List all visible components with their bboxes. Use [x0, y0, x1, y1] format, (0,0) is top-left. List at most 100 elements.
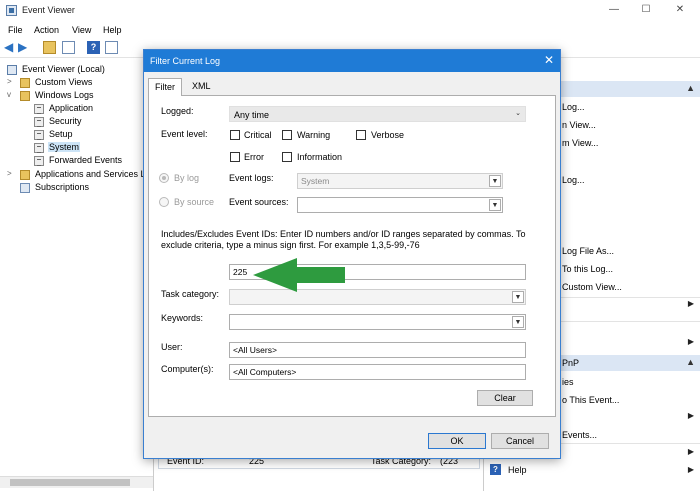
action-clear-log[interactable]: Log... — [562, 175, 585, 185]
chevron-down-icon: ▼ — [512, 291, 524, 303]
information-label: Information — [297, 152, 343, 162]
verbose-checkbox[interactable] — [356, 130, 366, 140]
chevron-down-icon: ▼ — [512, 316, 524, 328]
tab-xml[interactable]: XML — [186, 78, 217, 94]
dialog-title-bar: Filter Current Log ✕ — [144, 50, 560, 72]
action-save-log-file-as[interactable]: Log File As... — [562, 246, 614, 256]
critical-label: Critical — [244, 130, 272, 140]
log-icon — [34, 117, 44, 127]
scrollbar-thumb[interactable] — [10, 479, 130, 486]
menu-help[interactable]: Help — [103, 25, 122, 35]
green-annotation-arrow — [253, 258, 345, 292]
verbose-label: Verbose — [371, 130, 405, 140]
arrow-shape — [253, 258, 345, 292]
keywords-label: Keywords: — [161, 313, 204, 323]
by-source-label: By source — [174, 197, 215, 207]
event-ids-help-text: Includes/Excludes Event IDs: Enter ID nu… — [161, 229, 526, 250]
user-label: User: — [161, 342, 183, 352]
logged-dropdown[interactable]: Any time ⌄ — [229, 106, 526, 122]
console-tree: Event Viewer (Local) > Custom Views v Wi… — [0, 59, 146, 491]
collapse-icon[interactable]: ▲ — [686, 357, 695, 367]
event-ids-value: 225 — [233, 267, 248, 277]
minimize-button[interactable]: — — [604, 3, 624, 17]
event-sources-label: Event sources: — [229, 197, 289, 207]
by-log-label: By log — [174, 173, 200, 183]
forward-arrow-icon[interactable]: ▶ — [18, 41, 31, 54]
action-help[interactable]: Help — [508, 465, 527, 475]
title-bar: Event Viewer — ☐ ✕ — [0, 0, 700, 22]
filter-tab-panel: Logged: Any time ⌄ Event level: Critical… — [148, 95, 556, 417]
close-button[interactable]: ✕ — [670, 3, 690, 17]
critical-checkbox[interactable] — [230, 130, 240, 140]
filter-current-log-dialog: Filter Current Log ✕ Filter XML Logged: … — [143, 49, 561, 459]
menu-bar: File Action View Help — [0, 23, 700, 38]
cancel-button[interactable]: Cancel — [491, 433, 549, 449]
subscriptions-icon — [20, 183, 30, 193]
action-attach-task-event[interactable]: o This Event... — [562, 395, 619, 405]
event-sources-field[interactable]: ▼ — [297, 197, 503, 213]
action-save-selected-events[interactable]: Events... — [562, 430, 597, 440]
event-logs-value: System — [301, 176, 330, 186]
maximize-button[interactable]: ☐ — [636, 3, 656, 17]
chevron-down-icon: ▼ — [489, 175, 501, 187]
folder-icon — [20, 91, 30, 101]
folder-icon — [20, 78, 30, 88]
action-event-properties[interactable]: ies — [562, 377, 574, 387]
action-save-filter[interactable]: Custom View... — [562, 282, 622, 292]
ok-button[interactable]: OK — [428, 433, 486, 449]
by-source-radio[interactable] — [159, 197, 169, 207]
log-icon — [34, 130, 44, 140]
window-title: Event Viewer — [22, 5, 75, 15]
user-input[interactable]: <All Users> — [229, 342, 526, 358]
chevron-right-icon[interactable]: > — [7, 169, 16, 178]
menu-view[interactable]: View — [72, 25, 91, 35]
warning-label: Warning — [297, 130, 331, 140]
event-viewer-icon — [7, 65, 17, 75]
menu-file[interactable]: File — [8, 25, 23, 35]
log-icon — [34, 104, 44, 114]
information-checkbox[interactable] — [282, 152, 292, 162]
submenu-arrow-icon[interactable]: ▶ — [688, 299, 694, 308]
dialog-close-icon[interactable]: ✕ — [544, 53, 554, 67]
warning-checkbox[interactable] — [282, 130, 292, 140]
event-logs-field[interactable]: System ▼ — [297, 173, 503, 189]
collapse-icon[interactable]: ▲ — [686, 83, 695, 93]
dialog-title: Filter Current Log — [150, 56, 221, 66]
action-import-custom-view[interactable]: m View... — [562, 138, 598, 148]
action-attach-task[interactable]: To this Log... — [562, 264, 613, 274]
event-level-label: Event level: — [161, 129, 208, 139]
by-log-radio[interactable] — [159, 173, 169, 183]
error-label: Error — [244, 152, 264, 162]
submenu-arrow-icon[interactable]: ▶ — [688, 411, 694, 420]
logged-value: Any time — [234, 110, 270, 120]
tree-horizontal-scrollbar[interactable] — [0, 476, 153, 488]
chevron-down-icon: ⌄ — [515, 110, 521, 117]
help-icon: ? — [490, 464, 501, 475]
submenu-arrow-icon[interactable]: ▶ — [688, 337, 694, 346]
show-hide-action-pane-icon[interactable] — [105, 41, 118, 54]
show-hide-tree-icon[interactable] — [62, 41, 75, 54]
submenu-arrow-icon[interactable]: ▶ — [688, 465, 694, 474]
keywords-dropdown[interactable]: ▼ — [229, 314, 526, 330]
error-checkbox[interactable] — [230, 152, 240, 162]
folder-icon — [20, 170, 30, 180]
chevron-right-icon[interactable]: > — [7, 77, 16, 86]
help-icon[interactable]: ? — [87, 41, 100, 54]
up-folder-icon[interactable] — [43, 41, 56, 54]
chevron-down-icon[interactable]: v — [7, 90, 16, 99]
log-icon — [34, 143, 44, 153]
submenu-arrow-icon[interactable]: ▶ — [688, 447, 694, 456]
tab-filter[interactable]: Filter — [148, 78, 182, 96]
action-create-custom-view[interactable]: n View... — [562, 120, 596, 130]
computers-input[interactable]: <All Computers> — [229, 364, 526, 380]
task-category-label: Task category: — [161, 289, 220, 299]
menu-action[interactable]: Action — [34, 25, 59, 35]
action-open-saved-log[interactable]: Log... — [562, 102, 585, 112]
logged-label: Logged: — [161, 106, 194, 116]
computers-value: <All Computers> — [233, 367, 297, 377]
chevron-down-icon: ▼ — [489, 199, 501, 211]
clear-button[interactable]: Clear — [477, 390, 533, 406]
back-arrow-icon[interactable]: ◀ — [4, 41, 17, 54]
log-icon — [34, 156, 44, 166]
event-logs-label: Event logs: — [229, 173, 274, 183]
